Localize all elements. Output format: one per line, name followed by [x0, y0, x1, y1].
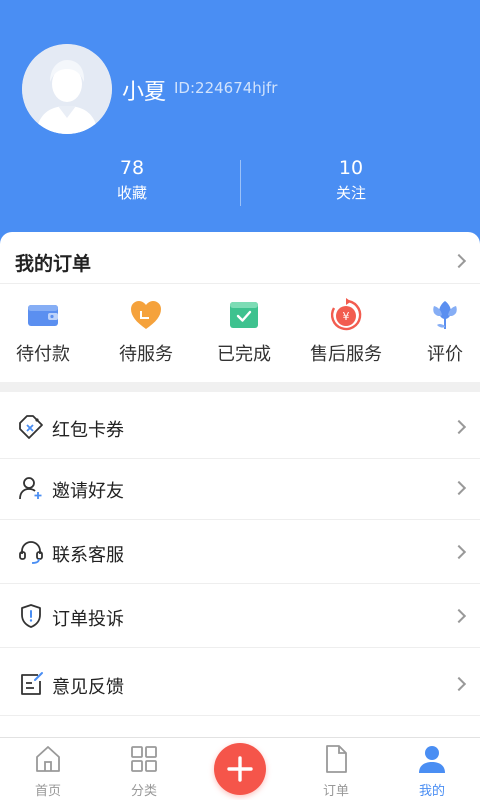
shield-alert-icon [18, 603, 44, 629]
refund-icon: ¥ [329, 298, 363, 332]
orders-card: 我的订单 待付款 待服务 已完成 ¥ 售后服务 评价 [0, 232, 480, 382]
document-icon [321, 744, 351, 774]
tab-mine-label: 我的 [418, 784, 445, 799]
menu-item-coupons-label: 红包卡券 [52, 420, 124, 441]
chevron-right-icon [451, 253, 467, 269]
home-icon [33, 744, 63, 774]
svg-text:¥: ¥ [343, 310, 350, 323]
tab-category-label: 分类 [130, 784, 157, 799]
grid-icon [129, 744, 159, 774]
menu-item-order-complaint-label: 订单投诉 [52, 609, 124, 630]
order-after-sales[interactable]: ¥ 售后服务 [296, 290, 396, 370]
avatar-person-icon [22, 44, 112, 134]
order-pending-service[interactable]: 待服务 [96, 290, 196, 370]
order-review[interactable]: 评价 [395, 290, 480, 370]
chevron-right-icon [451, 608, 467, 624]
order-pending-payment-label: 待付款 [16, 344, 70, 365]
section-divider [0, 382, 480, 392]
stat-favorites-value: 78 [119, 157, 145, 179]
order-status-row: 待付款 待服务 已完成 ¥ 售后服务 评价 [0, 290, 480, 370]
feedback-icon [18, 671, 44, 697]
menu-item-coupons[interactable]: 红包卡券 [0, 395, 480, 459]
chevron-right-icon [451, 480, 467, 496]
order-review-label: 评价 [427, 344, 463, 365]
tab-mine[interactable]: 我的 [384, 738, 480, 800]
wallet-icon [26, 298, 60, 332]
chevron-right-icon [451, 676, 467, 692]
profile-header: 小夏 ID:224674hjfr 78 收藏 10 关注 [0, 0, 480, 260]
menu-item-feedback[interactable]: 意见反馈 [0, 652, 480, 716]
user-id: ID:224674hjfr [174, 79, 278, 97]
coupon-icon [18, 414, 44, 440]
stat-following-label: 关注 [335, 184, 366, 202]
stat-favorites-label: 收藏 [116, 184, 147, 202]
stat-following-value: 10 [338, 157, 364, 179]
order-after-sales-label: 售后服务 [310, 344, 382, 365]
plus-icon [227, 756, 253, 782]
headset-icon [18, 539, 44, 565]
menu-item-invite-friends-label: 邀请好友 [52, 481, 124, 502]
chevron-right-icon [451, 544, 467, 560]
check-box-icon [227, 298, 261, 332]
tab-category[interactable]: 分类 [96, 738, 192, 800]
menu-item-customer-service[interactable]: 联系客服 [0, 520, 480, 584]
stat-following[interactable]: 10 关注 [231, 155, 471, 205]
chevron-right-icon [451, 419, 467, 435]
tab-home-label: 首页 [34, 784, 61, 799]
tab-orders-label: 订单 [322, 784, 349, 799]
add-user-icon [18, 475, 44, 501]
menu-item-feedback-label: 意见反馈 [52, 677, 124, 698]
user-icon [417, 744, 447, 774]
username: 小夏 [122, 80, 167, 105]
my-orders-title: 我的订单 [15, 253, 92, 275]
order-completed-label: 已完成 [217, 344, 271, 365]
my-orders-header[interactable]: 我的订单 [0, 232, 480, 284]
menu-item-customer-service-label: 联系客服 [52, 545, 124, 566]
flower-icon [428, 298, 462, 332]
menu-item-order-complaint[interactable]: 订单投诉 [0, 584, 480, 648]
order-pending-service-label: 待服务 [119, 344, 173, 365]
order-pending-payment[interactable]: 待付款 [0, 290, 93, 370]
tab-home[interactable]: 首页 [0, 738, 96, 800]
tab-orders[interactable]: 订单 [288, 738, 384, 800]
add-button[interactable] [214, 743, 266, 795]
avatar[interactable] [22, 44, 112, 134]
heart-box-icon [129, 298, 163, 332]
stat-favorites[interactable]: 78 收藏 [12, 155, 252, 205]
menu-item-invite-friends[interactable]: 邀请好友 [0, 456, 480, 520]
order-completed[interactable]: 已完成 [194, 290, 294, 370]
